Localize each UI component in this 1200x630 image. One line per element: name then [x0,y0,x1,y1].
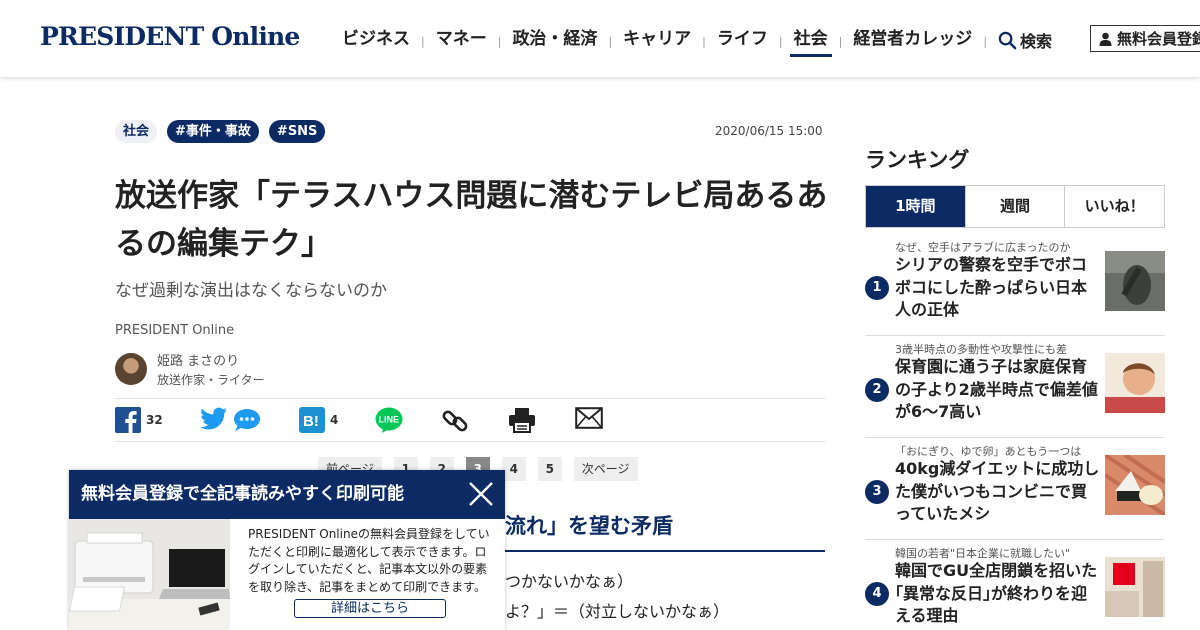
popup-details-button[interactable]: 詳細はこちら [294,599,446,618]
copy-link-button[interactable] [441,407,469,435]
register-button[interactable]: 無料会員登録 [1090,25,1200,52]
body-text-line: つかないかなぁ） [505,572,634,591]
ranking-kicker: 3歳半時点の多動性や攻撃性にも差 [895,343,1067,356]
line-share-button[interactable]: LINE [375,407,403,434]
tab-likes[interactable]: いいね！ [1064,186,1164,227]
hatena-bookmark-button[interactable]: B! 4 [299,407,338,433]
article-source: PRESIDENT Online [115,323,235,338]
ranking-headline: 保育園に通う子は家庭保育の子より2歳半時点で偏差値が6～7高い [895,357,1098,421]
popup-title: 無料会員登録で全記事読みやすく印刷可能 [81,484,404,504]
ranking-headline: 40kg減ダイエットに成功した僕がいつもコンビニで買っていたメシ [895,459,1100,523]
speech-bubble-icon [234,409,260,431]
search-icon [998,31,1017,49]
author-name: 姫路 まさのり [157,354,240,369]
global-nav: ビジネス | マネー | 政治・経済 | キャリア | ライフ | 社会 | 経営者カレッジ… [338,26,994,57]
ranking-item[interactable]: なぜ、空手はアラブに広まったのか 1 シリアの警察を空手でボコボコにした酔っぱら… [865,236,1165,336]
section-rule [505,550,825,552]
hatena-count: 4 [330,413,339,427]
ranking-item[interactable]: 3歳半時点の多動性や攻撃性にも差 2 保育園に通う子は家庭保育の子より2歳半時点… [865,338,1165,438]
search-button[interactable]: 検索 [998,28,1052,52]
ranking-kicker: 「おにぎり、ゆで卵」あともう一つは [895,445,1082,458]
email-share-button[interactable] [575,407,603,429]
link-icon [442,410,468,432]
author-block[interactable]: 姫路 まさのり 放送作家・ライター [115,350,265,388]
svg-text:LINE: LINE [379,415,400,425]
ranking-kicker: なぜ、空手はアラブに広まったのか [895,241,1071,254]
article-tags: 社会 #事件・事故 #SNS [115,120,326,143]
nav-item-executive-college[interactable]: 経営者カレッジ [849,27,976,55]
printer-laptop-image [69,519,230,630]
nav-item-politics-economy[interactable]: 政治・経済 [508,27,601,55]
ranking-headline: 韓国でGU全店閉鎖を招いた｢異常な反日｣が終わりを迎える理由 [895,561,1098,625]
register-label: 無料会員登録 [1117,30,1200,48]
ranking-item[interactable]: 韓国の若者"日本企業に就職したい" 4 韓国でGU全店閉鎖を招いた｢異常な反日｣… [865,542,1165,630]
publish-date: 2020/06/15 15:00 [715,124,823,138]
section-heading: 流れ」を望む矛盾 [505,514,673,538]
ranking-number: 4 [865,582,889,606]
article-title: 放送作家「テラスハウス問題に潜むテレビ局あるあるの編集テク」 [115,178,828,262]
nav-item-society[interactable]: 社会 [789,27,832,57]
body-text-line: よ？」＝（対立しないかなぁ） [505,602,730,621]
page-5[interactable]: 5 [537,457,562,481]
next-page-button[interactable]: 次ページ [573,457,638,481]
author-role: 放送作家・ライター [157,373,265,387]
nav-item-money[interactable]: マネー [432,27,491,55]
nav-item-business[interactable]: ビジネス [338,27,414,55]
ranking-number: 2 [865,378,889,402]
ranking-thumbnail [1105,353,1165,413]
ranking-thumbnail [1105,455,1165,515]
hatena-bookmark-icon: B! [299,407,325,433]
ranking-title: ランキング [865,148,970,172]
svg-text:B!: B! [303,413,319,430]
tag-category[interactable]: 社会 [115,120,158,143]
user-icon [1099,32,1112,46]
twitter-icon [200,407,227,430]
nav-item-life[interactable]: ライフ [713,27,772,55]
facebook-count: 32 [146,413,163,427]
facebook-share-button[interactable]: 32 [115,407,163,433]
ranking-number: 3 [865,480,889,504]
popup-description: PRESIDENT Onlineの無料会員登録をしていただくと印刷に最適化して表… [248,527,490,594]
share-bar: 32 B! 4 LINE [115,398,825,442]
comment-button[interactable] [233,408,261,432]
line-icon: LINE [375,407,403,433]
twitter-share-button[interactable] [200,407,228,431]
avatar [115,353,147,385]
search-label: 検索 [1020,32,1053,51]
tab-weekly[interactable]: 週間 [964,186,1065,227]
article-subtitle: なぜ過剰な演出はなくならないのか [115,281,387,301]
ranking-headline: シリアの警察を空手でボコボコにした酔っぱらい日本人の正体 [895,255,1088,319]
tag-incident[interactable]: #事件・事故 [167,120,259,143]
printer-icon [509,408,535,433]
ranking-thumbnail [1105,251,1165,311]
close-icon[interactable] [465,478,497,510]
nav-item-career[interactable]: キャリア [619,27,695,55]
ranking-kicker: 韓国の若者"日本企業に就職したい" [895,547,1071,560]
ranking-tabs: 1時間 週間 いいね！ [865,185,1165,228]
tag-sns[interactable]: #SNS [268,120,326,143]
popup-header: 無料会員登録で全記事読みやすく印刷可能 [69,470,505,519]
facebook-icon [115,407,141,433]
print-promo-popup: 無料会員登録で全記事読みやすく印刷可能 PRESIDENT Onlineの無料会… [69,470,505,630]
ranking-thumbnail [1105,557,1165,617]
envelope-icon [575,407,603,429]
page-4[interactable]: 4 [501,457,526,481]
ranking-number: 1 [865,276,889,300]
ranking-item[interactable]: 「おにぎり、ゆで卵」あともう一つは 3 40kg減ダイエットに成功した僕がいつも… [865,440,1165,540]
site-header: PRESIDENT Online ビジネス | マネー | 政治・経済 | キャリア |… [0,0,1200,77]
site-logo[interactable]: PRESIDENT Online [40,22,300,51]
tab-1-hour[interactable]: 1時間 [866,186,965,227]
print-button[interactable] [508,407,536,433]
